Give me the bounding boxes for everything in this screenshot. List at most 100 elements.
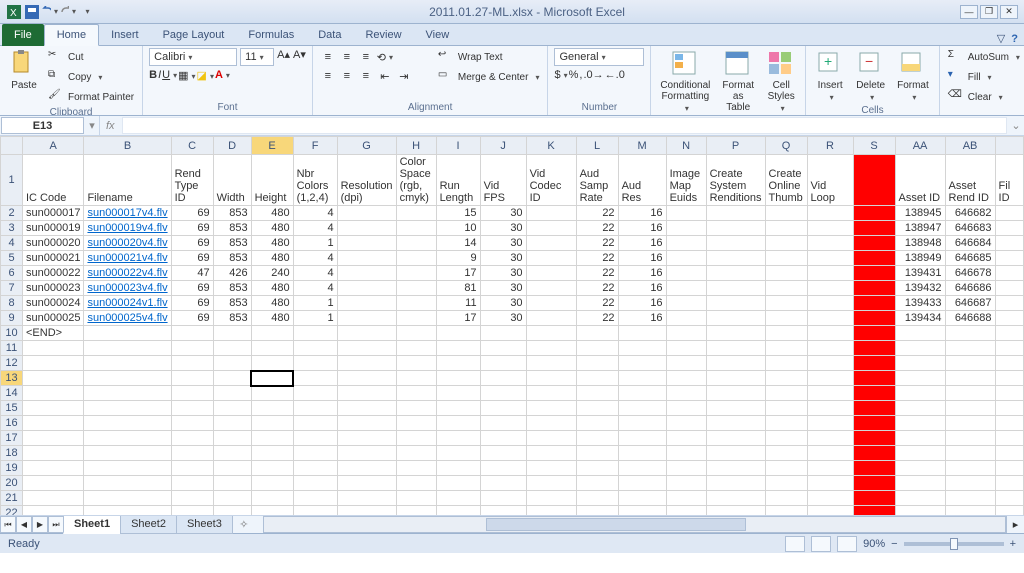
data-cell[interactable]: 646688 [945,311,995,326]
cell-J19[interactable] [480,461,526,476]
cell-C21[interactable] [171,491,213,506]
data-cell[interactable]: 138948 [895,236,945,251]
data-cell[interactable] [807,296,853,311]
cell-R20[interactable] [807,476,853,491]
cell-R13[interactable] [807,371,853,386]
cell-B20[interactable] [84,476,171,491]
data-cell[interactable]: 480 [251,311,293,326]
data-cell[interactable] [807,206,853,221]
align-bottom-icon[interactable]: ≡ [357,48,375,66]
data-cell[interactable]: 138945 [895,206,945,221]
cell-N15[interactable] [666,401,706,416]
data-cell[interactable]: 14 [436,236,480,251]
cell-M21[interactable] [618,491,666,506]
cell-J11[interactable] [480,341,526,356]
header-cell[interactable]: Create System Renditions [706,155,765,206]
data-cell[interactable] [666,206,706,221]
cell-N20[interactable] [666,476,706,491]
cell-R17[interactable] [807,431,853,446]
data-cell[interactable] [765,206,807,221]
data-cell[interactable]: sun000019 [23,221,84,236]
col-header-D[interactable]: D [213,137,251,155]
row-header-15[interactable]: 15 [1,401,23,416]
copy-button[interactable]: ⧉Copy [46,68,136,86]
cell-P22[interactable] [706,506,765,515]
comma-icon[interactable]: , [579,69,582,81]
cell-E20[interactable] [251,476,293,491]
sheet-tab-sheet2[interactable]: Sheet2 [120,516,177,534]
data-cell[interactable] [765,266,807,281]
data-cell[interactable] [853,221,895,236]
cell-D15[interactable] [213,401,251,416]
data-cell[interactable]: 853 [213,296,251,311]
cell-S22[interactable] [853,506,895,515]
data-cell[interactable] [396,236,436,251]
data-cell[interactable]: 853 [213,251,251,266]
cell-C18[interactable] [171,446,213,461]
data-cell[interactable]: 138949 [895,251,945,266]
cell-E22[interactable] [251,506,293,515]
data-cell[interactable]: sun000020 [23,236,84,251]
row-header-16[interactable]: 16 [1,416,23,431]
cell-AA16[interactable] [895,416,945,431]
cell-Q22[interactable] [765,506,807,515]
cell-AA11[interactable] [895,341,945,356]
formula-bar[interactable] [122,117,1007,134]
cell-L20[interactable] [576,476,618,491]
header-cell[interactable]: Create Online Thumb [765,155,807,206]
data-cell[interactable]: 22 [576,311,618,326]
data-cell[interactable]: 646686 [945,281,995,296]
data-cell[interactable]: 16 [618,266,666,281]
autosum-button[interactable]: ΣAutoSum [946,48,1022,66]
cell-I19[interactable] [436,461,480,476]
data-cell[interactable]: 480 [251,221,293,236]
cell-J21[interactable] [480,491,526,506]
cell-L16[interactable] [576,416,618,431]
cell-M17[interactable] [618,431,666,446]
insert-cells-button[interactable]: +Insert [812,48,848,104]
tab-data[interactable]: Data [306,25,353,45]
cell-A18[interactable] [23,446,84,461]
data-cell[interactable]: 15 [436,206,480,221]
data-cell[interactable] [706,251,765,266]
cell-G18[interactable] [337,446,396,461]
page-break-view-icon[interactable] [837,536,857,552]
data-cell[interactable]: 69 [171,221,213,236]
data-cell[interactable]: 646683 [945,221,995,236]
cell-S13[interactable] [853,371,895,386]
cell-S19[interactable] [853,461,895,476]
cell-F18[interactable] [293,446,337,461]
cell-A19[interactable] [23,461,84,476]
undo-icon[interactable] [42,4,58,20]
cell-S14[interactable] [853,386,895,401]
cell-N21[interactable] [666,491,706,506]
cell-B21[interactable] [84,491,171,506]
format-painter-button[interactable]: 🖌Format Painter [46,88,136,106]
data-cell[interactable]: 30 [480,221,526,236]
data-cell[interactable]: sun000022v4.flv [84,266,171,281]
data-cell[interactable] [396,206,436,221]
cell-G21[interactable] [337,491,396,506]
cell-AA21[interactable] [895,491,945,506]
col-header-S[interactable]: S [853,137,895,155]
cell-C22[interactable] [171,506,213,515]
cell-M14[interactable] [618,386,666,401]
data-cell[interactable]: 22 [576,296,618,311]
increase-indent-icon[interactable]: ⇥ [395,67,413,85]
cell-I14[interactable] [436,386,480,401]
header-cell[interactable]: Rend Type ID [171,155,213,206]
cell-G12[interactable] [337,356,396,371]
cell-N14[interactable] [666,386,706,401]
data-cell[interactable] [396,251,436,266]
row-header-21[interactable]: 21 [1,491,23,506]
tab-home[interactable]: Home [44,24,99,46]
cell-A20[interactable] [23,476,84,491]
cell-I21[interactable] [436,491,480,506]
data-cell[interactable] [337,296,396,311]
data-cell[interactable] [807,221,853,236]
row-header-19[interactable]: 19 [1,461,23,476]
cell-G14[interactable] [337,386,396,401]
data-cell[interactable] [337,281,396,296]
data-cell[interactable]: 426 [213,266,251,281]
data-cell[interactable]: 646685 [945,251,995,266]
